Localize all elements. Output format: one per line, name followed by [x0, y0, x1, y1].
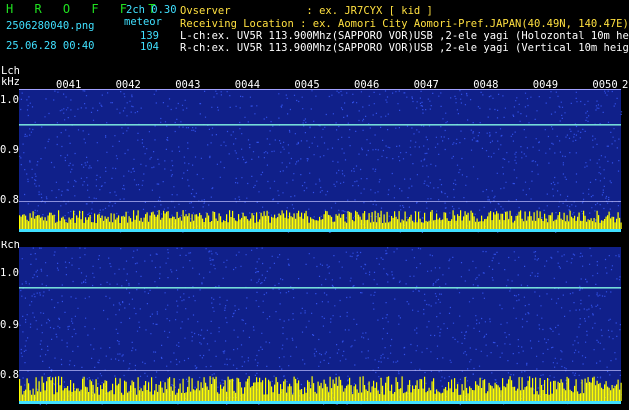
time-label: 0048 [473, 79, 499, 91]
time-label: 0047 [413, 79, 439, 91]
rch-spectrogram [19, 247, 621, 404]
spectrogram-canvas [0, 89, 629, 406]
time-label: 0050 [592, 79, 618, 91]
time-label: 0042 [115, 79, 141, 91]
channel-separator [0, 233, 629, 241]
lch-carrier-line [19, 124, 621, 126]
time-label: 0046 [354, 79, 380, 91]
time-label: 0044 [234, 79, 261, 91]
lch-spectrogram [19, 90, 621, 232]
lch-reference-line [19, 201, 621, 202]
time-axis-line [19, 89, 621, 90]
rch-reference-line [19, 370, 621, 371]
lch-level-baseline [19, 229, 621, 232]
time-label: 0049 [532, 79, 559, 91]
time-label: 0045 [294, 79, 320, 91]
time-label-trailing: 2 [622, 79, 629, 91]
time-label: 0043 [175, 79, 201, 91]
rch-carrier-line [19, 287, 621, 289]
rch-level-baseline [19, 401, 621, 404]
time-label: 0041 [56, 79, 82, 91]
